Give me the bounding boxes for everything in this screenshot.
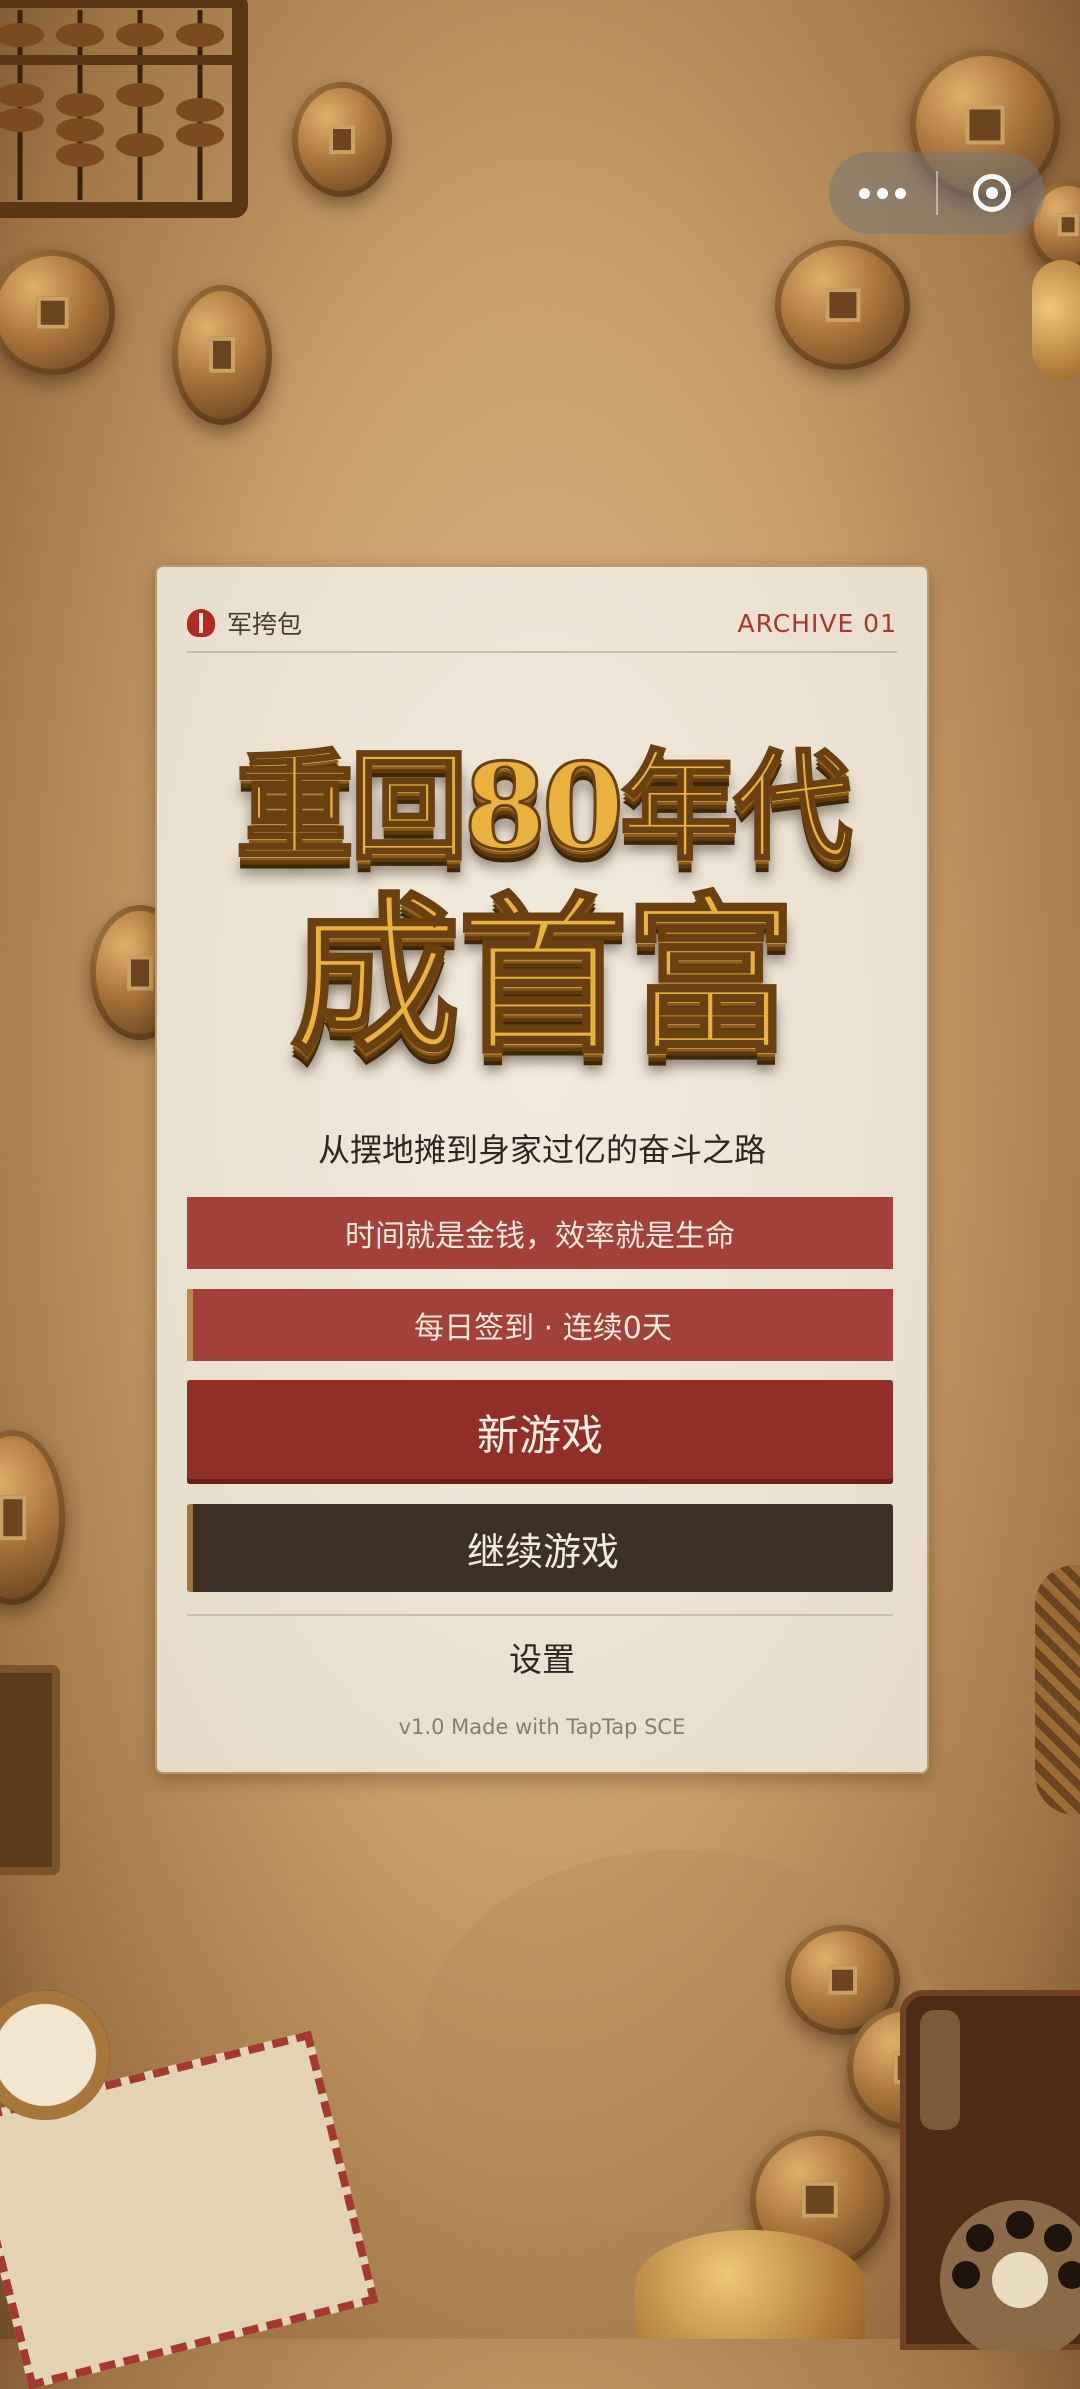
settings-button[interactable]: 设置	[157, 1633, 927, 1681]
basket-decoration	[1035, 1565, 1080, 1815]
brand-name: 军挎包	[227, 610, 303, 639]
target-close-icon	[972, 174, 1011, 212]
coin-decoration	[0, 1430, 65, 1605]
coin-decoration	[0, 250, 115, 375]
abacus-decoration	[0, 0, 260, 240]
subtitle: 从摆地摊到身家过亿的奋斗之路	[317, 1131, 766, 1169]
brand: 军挎包	[187, 605, 302, 641]
continue-game-button[interactable]: 继续游戏	[187, 1504, 893, 1592]
gold-ingot-decoration	[1032, 260, 1080, 380]
divider	[187, 1614, 893, 1616]
daily-checkin-button[interactable]: 每日签到 · 连续0天	[187, 1289, 893, 1361]
version-footer: v1.0 Made with TapTap SCE	[398, 1715, 686, 1739]
logo-line-2: 成首富	[288, 876, 797, 1079]
rotary-phone-decoration	[900, 1990, 1080, 2360]
archive-label: ARCHIVE 01	[737, 608, 897, 638]
new-game-button[interactable]: 新游戏	[187, 1380, 893, 1484]
coin-decoration	[292, 82, 392, 197]
coin-decoration	[775, 240, 910, 370]
more-dots-icon[interactable]	[829, 187, 936, 199]
title-card: 军挎包 ARCHIVE 01 重回80年代 成首富 从摆地摊到身家过亿的奋斗之路…	[155, 565, 929, 1774]
coin-decoration	[172, 285, 272, 425]
game-logo: 重回80年代 成首富	[157, 736, 927, 1157]
motto-banner: 时间就是金钱，效率就是生命	[187, 1197, 893, 1269]
bag-icon	[187, 609, 215, 637]
gold-ingot-decoration	[635, 2230, 865, 2339]
logo-line-1: 重回80年代	[234, 736, 853, 878]
card-header: 军挎包 ARCHIVE 01	[187, 595, 897, 653]
close-button[interactable]	[938, 174, 1045, 212]
radio-decoration	[0, 1665, 60, 1875]
miniprogram-capsule	[829, 152, 1045, 234]
